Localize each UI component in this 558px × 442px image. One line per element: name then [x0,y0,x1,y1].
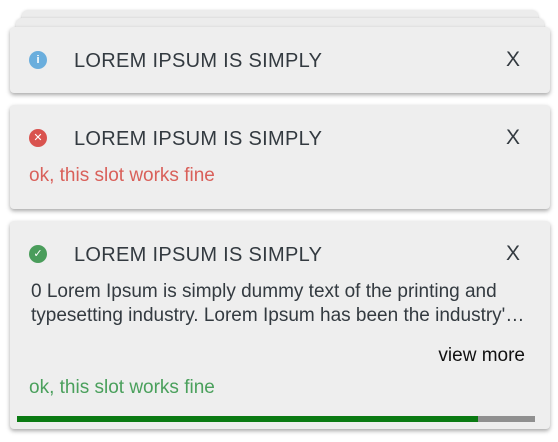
close-button[interactable]: X [506,48,520,72]
toast-header: ✓ LOREM IPSUM IS SIMPLY X [10,239,550,269]
view-more-link[interactable]: view more [438,345,525,367]
toast-info: i LOREM IPSUM IS SIMPLY X [10,27,550,93]
toast-error: ✕ LOREM IPSUM IS SIMPLY X ok, this slot … [10,105,550,209]
toast-title: LOREM IPSUM IS SIMPLY [74,128,323,150]
error-icon: ✕ [29,129,47,147]
close-button[interactable]: X [506,126,520,150]
progress-bar [17,416,535,422]
toast-slot-text: ok, this slot works fine [29,377,215,398]
check-circle-icon: ✓ [29,245,47,263]
toast-title: LOREM IPSUM IS SIMPLY [74,50,323,72]
progress-bar-fill [17,416,479,422]
toast-header: i LOREM IPSUM IS SIMPLY X [10,45,550,75]
toast-title: LOREM IPSUM IS SIMPLY [74,244,323,266]
info-icon: i [29,51,47,69]
toast-success: ✓ LOREM IPSUM IS SIMPLY X 0 Lorem Ipsum … [10,221,550,429]
toast-slot-text: ok, this slot works fine [29,165,215,186]
close-button[interactable]: X [506,242,520,266]
toast-header: ✕ LOREM IPSUM IS SIMPLY X [10,123,550,153]
toast-stack: i LOREM IPSUM IS SIMPLY X ✕ LOREM IPSUM … [0,0,558,442]
toast-message: 0 Lorem Ipsum is simply dummy text of th… [31,281,515,326]
